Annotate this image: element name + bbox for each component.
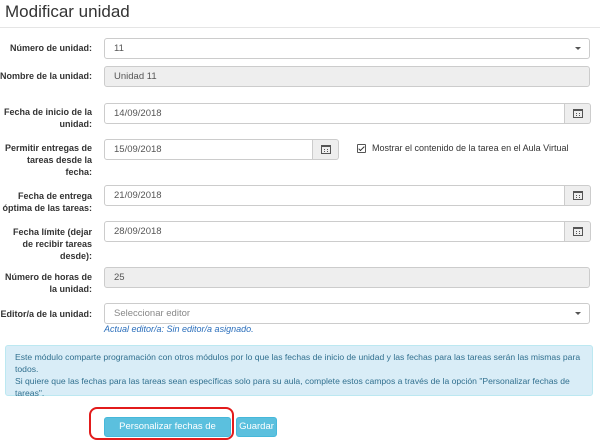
numero-unidad-value: 11 (114, 43, 124, 54)
numero-horas-label: Número de horas de la unidad: (4, 272, 92, 294)
editor-placeholder: Seleccionar editor (114, 308, 191, 319)
permitir-entregas-input[interactable]: 15/09/2018 (104, 139, 313, 160)
permitir-entregas-calendar-button[interactable] (313, 139, 339, 160)
numero-unidad-select[interactable]: 11 (104, 38, 590, 59)
fecha-inicio-calendar-button[interactable] (565, 103, 591, 124)
editor-hint: Actual editor/a: Sin editor/a asignado. (104, 324, 254, 334)
guardar-button[interactable]: Guardar (236, 417, 277, 437)
calendar-icon (573, 227, 583, 236)
info-alert: Este módulo comparte programación con ot… (5, 345, 593, 398)
editor-select[interactable]: Seleccionar editor (104, 303, 590, 324)
fecha-entrega-optima-calendar-button[interactable] (565, 185, 591, 206)
nombre-unidad-value: Unidad 11 (114, 71, 157, 82)
numero-horas-field: 25 (104, 267, 590, 288)
permitir-entregas-value: 15/09/2018 (114, 144, 162, 155)
numero-horas-value: 25 (114, 272, 125, 283)
calendar-icon (573, 109, 583, 118)
fecha-inicio-label: Fecha de inicio de la unidad: (3, 107, 92, 129)
calendar-icon (321, 145, 331, 154)
calendar-icon (573, 191, 583, 200)
info-line-2: Si quiere que las fechas para las tareas… (15, 376, 570, 398)
mostrar-contenido-label: Mostrar el contenido de la tarea en el A… (372, 143, 569, 153)
permitir-entregas-label: Permitir entregas de tareas desde la fec… (4, 143, 92, 177)
fecha-inicio-input[interactable]: 14/09/2018 (104, 103, 565, 124)
personalizar-fechas-button[interactable]: Personalizar fechas de tareas (104, 417, 231, 445)
mostrar-contenido-checkbox[interactable] (357, 143, 366, 153)
title-divider (0, 27, 600, 28)
nombre-unidad-label: Nombre de la unidad: (0, 71, 93, 81)
fecha-inicio-value: 14/09/2018 (114, 108, 162, 119)
fecha-entrega-optima-input[interactable]: 21/09/2018 (104, 185, 565, 206)
mostrar-contenido-option[interactable]: Mostrar el contenido de la tarea en el A… (357, 143, 568, 153)
nombre-unidad-field: Unidad 11 (104, 66, 590, 87)
fecha-entrega-optima-label: Fecha de entrega óptima de las tareas: (2, 191, 92, 213)
fecha-limite-label: Fecha límite (dejar de recibir tareas de… (12, 227, 92, 261)
fecha-entrega-optima-value: 21/09/2018 (114, 190, 162, 201)
fecha-limite-calendar-button[interactable] (565, 221, 591, 242)
numero-unidad-label: Número de unidad: (9, 43, 92, 53)
page-title: Modificar unidad (5, 2, 130, 21)
info-line-1: Este módulo comparte programación con ot… (15, 352, 581, 374)
fecha-limite-input[interactable]: 28/09/2018 (104, 221, 565, 242)
editor-label: Editor/a de la unidad: (0, 309, 92, 319)
fecha-limite-value: 28/09/2018 (114, 226, 162, 237)
